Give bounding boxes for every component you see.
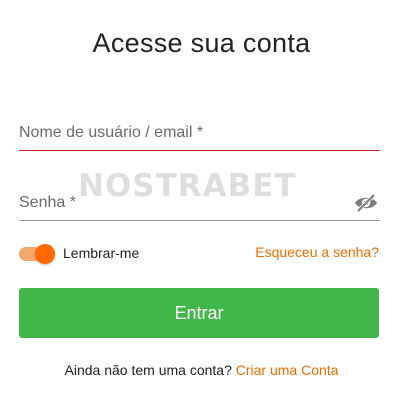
password-field-container: [19, 191, 380, 221]
create-account-link[interactable]: Criar uma Conta: [236, 362, 339, 378]
signup-prompt: Ainda não tem uma conta? Criar uma Conta: [0, 362, 403, 378]
toggle-knob: [35, 244, 55, 264]
username-field-container: [19, 121, 380, 151]
login-button[interactable]: Entrar: [19, 288, 379, 338]
page-title: Acesse sua conta: [92, 28, 311, 58]
signup-prompt-text: Ainda não tem uma conta?: [64, 362, 232, 378]
password-input[interactable]: [19, 191, 339, 215]
username-input[interactable]: [19, 121, 339, 145]
forgot-password-link[interactable]: Esqueceu a senha?: [255, 244, 379, 260]
eye-slash-icon[interactable]: [353, 193, 379, 213]
remember-me-toggle[interactable]: [19, 243, 55, 264]
remember-me-label: Lembrar-me: [63, 245, 140, 261]
